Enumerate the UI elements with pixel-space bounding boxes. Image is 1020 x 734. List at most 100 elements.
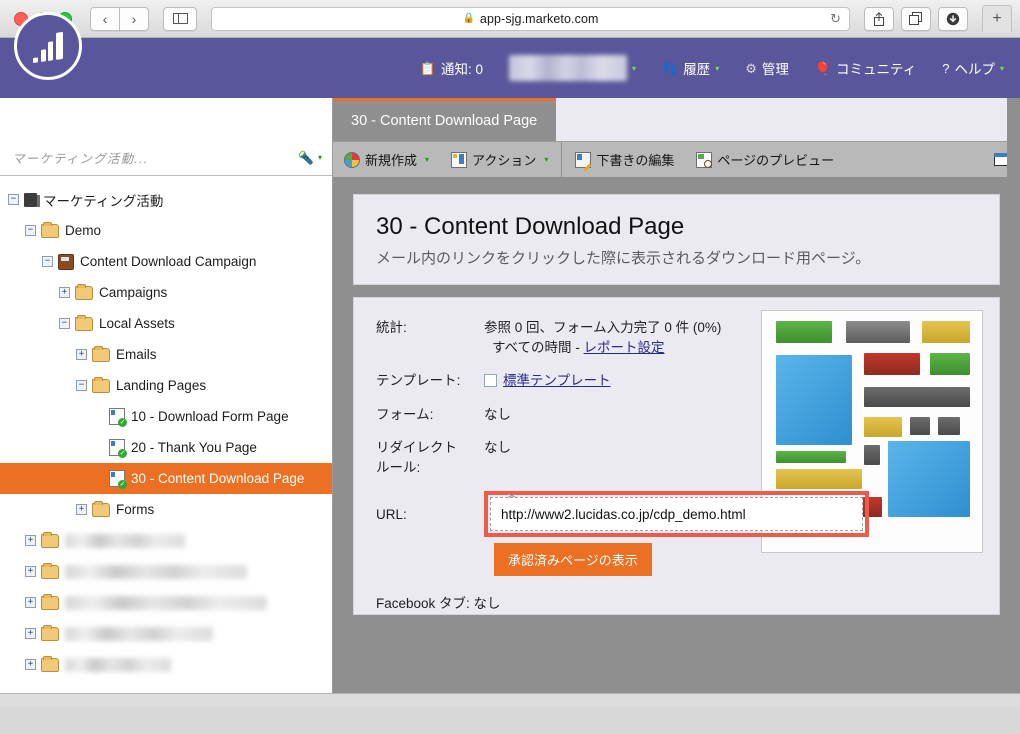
page-description: メール内のリンクをクリックした際に表示されるダウンロード用ページ。 (376, 250, 871, 267)
expand-icon[interactable]: + (76, 349, 87, 360)
stats-label: 統計: (376, 320, 407, 335)
expand-icon[interactable]: + (25, 535, 36, 546)
tree-item-label: Emails (116, 347, 157, 362)
tree-item[interactable]: − Landing Pages (0, 370, 332, 401)
collapse-icon[interactable]: − (59, 318, 70, 329)
tree-item[interactable]: + (0, 649, 332, 680)
tree-item[interactable]: + Campaigns (0, 277, 332, 308)
folder-icon (41, 221, 59, 238)
folder-icon (75, 283, 93, 300)
action-icon (451, 151, 468, 168)
new-button[interactable]: 新規作成 ▾ (333, 150, 440, 169)
tabs-glyph (909, 11, 922, 25)
expand-icon[interactable]: + (25, 566, 36, 577)
collapse-icon[interactable]: − (42, 256, 53, 267)
new-tab-button[interactable]: + (982, 5, 1012, 32)
tree-item-selected[interactable]: 30 - Content Download Page (0, 463, 332, 494)
nav-item-community[interactable]: 🎈 コミュニティ (815, 58, 916, 78)
action-button-label: アクション (472, 153, 537, 168)
panel-container: 30 - Content Download Page メール内のリンクをクリック… (333, 178, 1020, 707)
view-approved-page-button[interactable]: 承認済みページの表示 (494, 543, 652, 577)
tree-item[interactable]: 20 - Thank You Page (0, 432, 332, 463)
tabs-overview-icon[interactable] (901, 6, 931, 31)
sidebar-toggle-icon[interactable] (163, 6, 197, 31)
url-input[interactable]: ✂ http://www2.lucidas.co.jp/cdp_demo.htm… (490, 489, 863, 532)
folder-icon (41, 593, 59, 610)
expand-icon[interactable]: + (59, 287, 70, 298)
history-icon: 👣 (662, 60, 679, 76)
scissors-icon: ✂ (507, 489, 518, 504)
tree-item[interactable]: + Forms (0, 494, 332, 525)
marketo-top-nav: 📋 通知: 0 ▾ 👣 履歴 ▾ ⚙ 管理 🎈 コミュニティ ? ヘルプ ▾ (0, 38, 1020, 98)
reload-icon[interactable]: ↻ (830, 11, 841, 27)
address-bar[interactable]: 🔒 app-sjg.marketo.com ↻ (211, 6, 850, 31)
expand-icon[interactable]: + (76, 504, 87, 515)
template-value-group: 標準テンプレート (484, 371, 611, 391)
nav-label-notifications: 通知: 0 (440, 62, 483, 77)
tree-item[interactable]: + (0, 556, 332, 587)
collapse-icon[interactable]: − (8, 194, 19, 205)
back-icon[interactable]: ‹ (90, 6, 120, 31)
nav-label-admin: 管理 (761, 62, 789, 77)
downloads-icon[interactable] (938, 6, 968, 31)
tree-item[interactable]: − マーケティング活動 (0, 184, 332, 215)
tree-item[interactable]: 10 - Download Form Page (0, 401, 332, 432)
report-settings-link[interactable]: レポート設定 (584, 340, 665, 355)
tree-item-label-blurred (65, 533, 185, 548)
expand-icon[interactable]: + (25, 628, 36, 639)
tab-content-download-page[interactable]: 30 - Content Download Page (333, 98, 556, 141)
tree-item[interactable]: + (0, 618, 332, 649)
tree-item-label: Content Download Campaign (80, 254, 257, 269)
thumbnail-block (864, 387, 970, 407)
thumbnail-block (864, 353, 920, 375)
preview-page-button[interactable]: ページのプレビュー (685, 150, 845, 169)
sidebar-search-row[interactable]: マーケティング活動... 🔦 ▾ (0, 140, 332, 176)
nav-item-admin[interactable]: ⚙ 管理 (745, 58, 789, 78)
collapse-icon[interactable]: − (76, 380, 87, 391)
funnel-icon[interactable]: 🔦 (298, 150, 314, 166)
nav-item-help[interactable]: ? ヘルプ ▾ (942, 58, 1004, 78)
template-checkbox-icon[interactable] (484, 374, 497, 388)
edit-draft-button[interactable]: 下書きの編集 (564, 150, 685, 169)
account-name-blurred (508, 55, 627, 81)
tree-item[interactable]: − Demo (0, 215, 332, 246)
forward-icon[interactable]: › (119, 6, 149, 31)
content-vertical-scrollbar[interactable] (1007, 98, 1020, 707)
sidebar-search-input[interactable]: マーケティング活動... (12, 148, 148, 167)
nav-item-account[interactable]: ▾ (508, 55, 636, 81)
template-link[interactable]: 標準テンプレート (503, 373, 611, 388)
tree-item-label-blurred (65, 626, 213, 641)
nav-item-history[interactable]: 👣 履歴 ▾ (662, 58, 719, 78)
stats-timeframe: すべての時間 - レポート設定 (484, 338, 721, 358)
expand-icon[interactable]: + (25, 597, 36, 608)
facebook-tab-row: Facebook タブ: なし (376, 596, 501, 612)
folder-icon (75, 314, 93, 331)
tree-item[interactable]: + (0, 587, 332, 618)
thumbnail-block (776, 321, 832, 343)
tree-item[interactable]: + Emails (0, 339, 332, 370)
share-icon[interactable] (864, 6, 894, 31)
tree-item-label: 30 - Content Download Page (131, 471, 305, 486)
thumbnail-block (922, 321, 970, 343)
expand-icon[interactable]: + (25, 659, 36, 670)
action-button[interactable]: アクション ▾ (440, 150, 559, 169)
edit-draft-label: 下書きの編集 (596, 153, 675, 168)
toolbar-group-edit: 下書きの編集 ページのプレビュー (564, 142, 845, 177)
nav-label-help: ヘルプ (954, 62, 995, 77)
tree-item[interactable]: − Local Assets (0, 308, 332, 339)
template-label: テンプレート: (376, 373, 461, 389)
thumbnail-block (776, 355, 852, 445)
tree-item[interactable]: − Content Download Campaign (0, 246, 332, 277)
folder-icon (41, 562, 59, 579)
horizontal-scrollbar[interactable] (0, 693, 1020, 707)
nav-buttons: ‹ › (90, 6, 149, 31)
form-value: なし (484, 406, 511, 422)
nav-item-notifications[interactable]: 📋 通知: 0 (420, 58, 483, 78)
chevron-down-icon[interactable]: ▾ (318, 153, 322, 162)
window-icon (993, 153, 1009, 166)
tree-item[interactable]: + (0, 525, 332, 556)
tree-item-label: 10 - Download Form Page (131, 409, 289, 424)
marketo-logo[interactable] (14, 12, 82, 80)
collapse-icon[interactable]: − (25, 225, 36, 236)
tree-item-label-blurred (65, 657, 171, 672)
